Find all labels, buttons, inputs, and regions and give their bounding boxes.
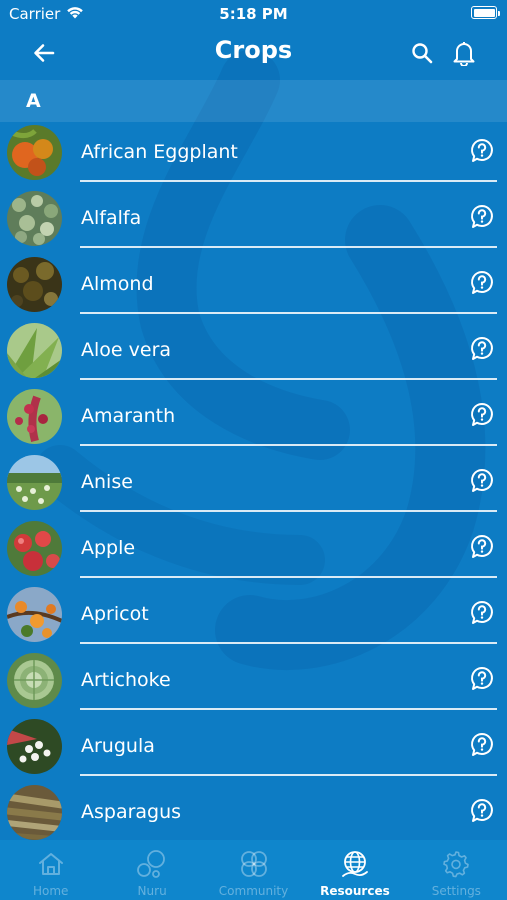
crop-thumbnail: [7, 785, 62, 840]
tab-settings[interactable]: Settings: [406, 840, 507, 900]
help-bubble-icon: [471, 337, 493, 360]
bell-icon: [453, 42, 475, 66]
crop-name: Aloe vera: [81, 339, 172, 361]
crop-thumbnail: [7, 323, 62, 378]
help-bubble-icon: [471, 601, 493, 624]
help-bubble-icon: [471, 403, 493, 426]
crop-name: Amaranth: [81, 405, 176, 427]
crop-info-button[interactable]: [468, 401, 496, 429]
help-bubble-icon: [471, 139, 493, 162]
crop-name: Asparagus: [81, 801, 182, 823]
row-divider: [80, 642, 497, 644]
tab-label: Home: [32, 884, 69, 898]
tab-bar: Home Nuru Community Resources Settings: [0, 840, 507, 900]
list-item[interactable]: Alfalfa: [0, 188, 507, 254]
help-bubble-icon: [471, 799, 493, 822]
crop-name: Apple: [81, 537, 136, 559]
row-divider: [80, 708, 497, 710]
notifications-button[interactable]: [448, 37, 480, 69]
tab-label: Resources: [320, 884, 390, 898]
help-bubble-icon: [471, 733, 493, 756]
list-item[interactable]: Asparagus: [0, 782, 507, 840]
crop-info-button[interactable]: [468, 335, 496, 363]
list-item[interactable]: Almond: [0, 254, 507, 320]
search-icon: [412, 43, 433, 64]
row-divider: [80, 576, 497, 578]
list-item[interactable]: African Eggplant: [0, 122, 507, 188]
list-item[interactable]: Artichoke: [0, 650, 507, 716]
crop-name: Almond: [81, 273, 154, 295]
tab-home[interactable]: Home: [0, 840, 101, 900]
crop-list: African Eggplant Alfalfa Almond Aloe ver…: [0, 122, 507, 840]
crop-thumbnail: [7, 521, 62, 576]
tab-nuru[interactable]: Nuru: [101, 840, 202, 900]
tab-resources[interactable]: Resources: [304, 840, 405, 900]
row-divider: [80, 246, 497, 248]
crop-name: Anise: [81, 471, 133, 493]
navigation-bar: Crops: [0, 28, 507, 78]
crop-info-button[interactable]: [468, 533, 496, 561]
crop-thumbnail: [7, 719, 62, 774]
tab-community[interactable]: Community: [203, 840, 304, 900]
list-item[interactable]: Aloe vera: [0, 320, 507, 386]
status-bar: Carrier 5:18 PM: [0, 0, 507, 28]
list-item[interactable]: Apple: [0, 518, 507, 584]
gear-icon: [440, 848, 472, 880]
row-divider: [80, 180, 497, 182]
battery-icon: [471, 6, 500, 19]
row-divider: [80, 774, 497, 776]
crop-name: Alfalfa: [81, 207, 142, 229]
crop-thumbnail: [7, 191, 62, 246]
crop-name: African Eggplant: [81, 141, 238, 163]
globe-icon: [339, 848, 371, 880]
help-bubble-icon: [471, 469, 493, 492]
tab-label: Community: [218, 884, 289, 898]
arrow-left-icon: [34, 44, 55, 62]
list-item[interactable]: Arugula: [0, 716, 507, 782]
crop-info-button[interactable]: [468, 467, 496, 495]
list-item[interactable]: Apricot: [0, 584, 507, 650]
home-icon: [35, 848, 67, 880]
crop-name: Arugula: [81, 735, 155, 757]
row-divider: [80, 444, 497, 446]
crop-info-button[interactable]: [468, 269, 496, 297]
search-button[interactable]: [407, 38, 437, 68]
row-divider: [80, 312, 497, 314]
community-icon: [238, 848, 270, 880]
crop-name: Apricot: [81, 603, 149, 625]
tab-label: Nuru: [137, 884, 167, 898]
row-divider: [80, 510, 497, 512]
row-divider: [80, 378, 497, 380]
help-bubble-icon: [471, 535, 493, 558]
list-item[interactable]: Anise: [0, 452, 507, 518]
crop-thumbnail: [7, 455, 62, 510]
tab-label: Settings: [431, 884, 481, 898]
help-bubble-icon: [471, 667, 493, 690]
crop-info-button[interactable]: [468, 665, 496, 693]
crop-thumbnail: [7, 587, 62, 642]
crop-thumbnail: [7, 389, 62, 444]
list-item[interactable]: Amaranth: [0, 386, 507, 452]
crop-info-button[interactable]: [468, 731, 496, 759]
section-header: A: [0, 80, 507, 122]
crop-info-button[interactable]: [468, 137, 496, 165]
crop-info-button[interactable]: [468, 599, 496, 627]
help-bubble-icon: [471, 271, 493, 294]
nuru-bubbles-icon: [136, 848, 168, 880]
crop-info-button[interactable]: [468, 203, 496, 231]
status-time: 5:18 PM: [219, 5, 288, 23]
crop-thumbnail: [7, 653, 62, 708]
crop-thumbnail: [7, 257, 62, 312]
crop-name: Artichoke: [81, 669, 171, 691]
help-bubble-icon: [471, 205, 493, 228]
crop-thumbnail: [7, 125, 62, 180]
back-button[interactable]: [28, 38, 60, 68]
crop-info-button[interactable]: [468, 797, 496, 825]
